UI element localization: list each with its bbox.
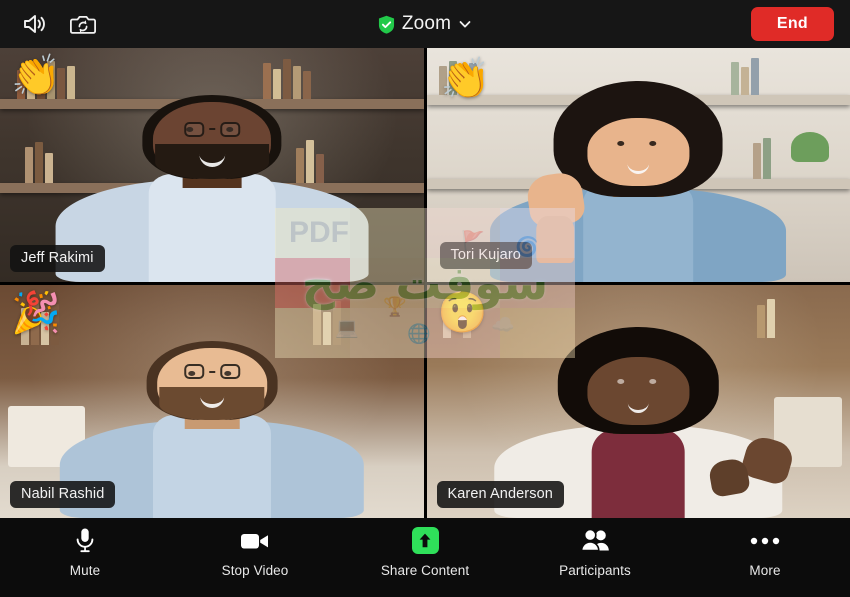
meeting-title-group[interactable]: Zoom	[0, 0, 850, 48]
camera-switch-icon[interactable]	[66, 9, 100, 39]
meeting-toolbar: Mute Stop Video Share Content Participan…	[0, 518, 850, 597]
video-tile-nabil-rashid[interactable]: 🎉 Nabil Rashid	[0, 284, 424, 518]
share-up-arrow-icon	[411, 527, 439, 554]
video-tile-tori-kujaro[interactable]: 👏 Tori Kujaro	[426, 48, 850, 282]
participant-name-label: Tori Kujaro	[439, 241, 532, 269]
top-bar: Zoom End	[0, 0, 850, 48]
reaction-emoji: 🎉	[11, 290, 61, 335]
video-grid-area: 👏 Jeff Rakimi 👏 Tori Kujaro 🎉 Nabil Rash…	[0, 48, 850, 518]
participant-name-label: Jeff Rakimi	[10, 244, 105, 272]
participant-name-label: Karen Anderson	[436, 481, 564, 508]
toolbar-participants-button[interactable]: Participants	[510, 527, 680, 578]
toolbar-label: More	[749, 563, 781, 578]
reaction-emoji: 👏	[11, 54, 61, 98]
toolbar-more-button[interactable]: More	[680, 527, 850, 578]
toolbar-label: Share Content	[380, 563, 470, 578]
reaction-emoji: 👏	[440, 57, 491, 101]
toolbar-stop-video-button[interactable]: Stop Video	[170, 527, 340, 578]
people-group-icon	[579, 527, 611, 554]
toolbar-share-content-button[interactable]: Share Content	[340, 527, 510, 578]
page-title: Zoom	[401, 13, 452, 34]
green-shield-check-icon	[378, 15, 394, 34]
reaction-emoji: 😲	[437, 290, 488, 335]
top-bar-right-controls: End	[750, 7, 850, 41]
participant-name-label: Nabil Rashid	[10, 481, 116, 508]
toolbar-label: Mute	[69, 563, 101, 578]
video-tile-karen-anderson[interactable]: 😲 Karen Anderson	[426, 284, 850, 518]
toolbar-label: Stop Video	[221, 563, 289, 578]
microphone-icon	[74, 527, 96, 554]
video-tile-jeff-rakimi[interactable]: 👏 Jeff Rakimi	[0, 48, 424, 282]
ellipsis-icon	[750, 527, 780, 554]
top-bar-left-controls	[0, 9, 100, 39]
video-grid: 👏 Jeff Rakimi 👏 Tori Kujaro 🎉 Nabil Rash…	[0, 48, 850, 518]
end-meeting-button[interactable]: End	[750, 7, 834, 41]
video-camera-icon	[240, 527, 270, 554]
chevron-down-icon[interactable]	[458, 17, 472, 31]
toolbar-mute-button[interactable]: Mute	[0, 527, 170, 578]
speaker-volume-icon[interactable]	[18, 9, 52, 39]
toolbar-label: Participants	[559, 563, 631, 578]
zoom-meeting-window: Zoom End 👏 Jeff Rakimi 👏 Tori Kujaro 🎉 N…	[0, 0, 850, 597]
